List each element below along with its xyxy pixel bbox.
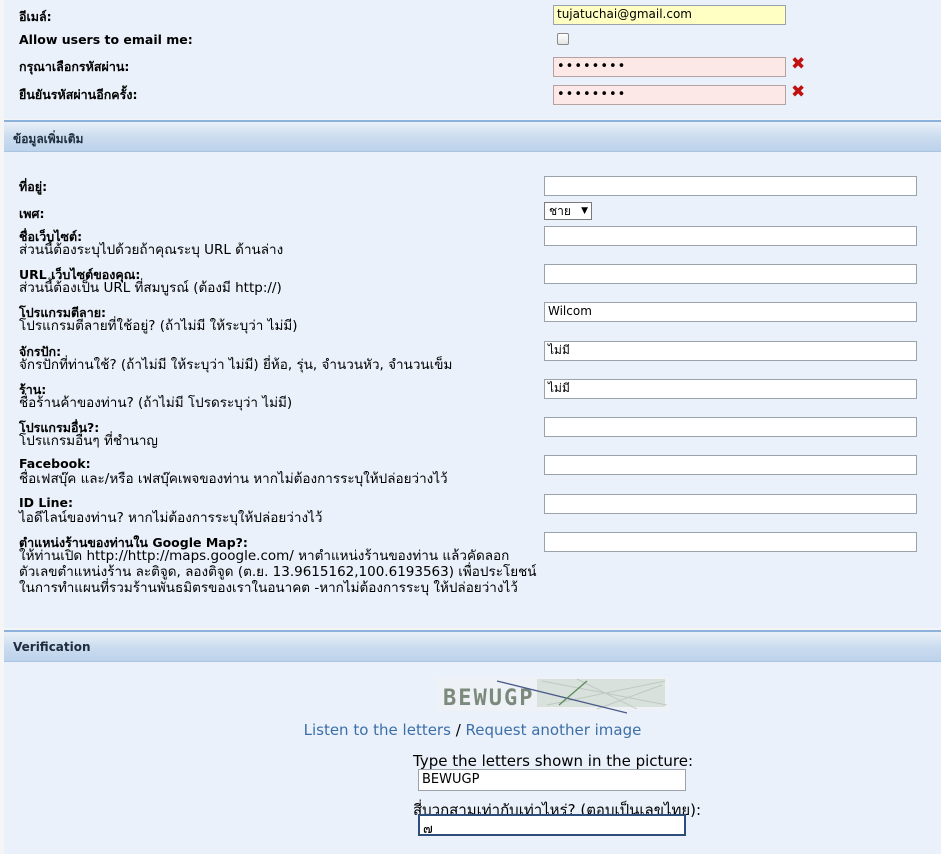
account-panel: อีเมล์: tujatuchai@gmail.com Allow users… (4, 0, 941, 119)
confirm-password-label: ยืนยันรหัสผ่านอีกครั้ง: (19, 87, 138, 102)
site-url-desc: ส่วนนี้ต้องเป็น URL ที่สมบูรณ์ (ต้องมี h… (19, 280, 282, 296)
other-program-desc: โปรแกรมอื่นๆ ที่ชำนาญ (19, 433, 158, 449)
password-input[interactable]: •••••••• (553, 57, 786, 77)
shop-desc: ชื่อร้านค้าของท่าน? (ถ้าไม่มี โปรดระบุว่… (19, 395, 293, 411)
site-url-input[interactable] (544, 264, 917, 284)
captcha-text: BEWUGP (443, 686, 534, 711)
captcha-image: BEWUGP (437, 677, 669, 714)
machine-desc: จักรปักที่ท่านใช้? (ถ้าไม่มี ให้ระบุว่า … (19, 357, 453, 373)
facebook-label: Facebook: (19, 456, 91, 471)
address-input[interactable] (544, 176, 917, 196)
listen-letters-link[interactable]: Listen to the letters (304, 721, 451, 739)
password-label: กรุณาเลือกรหัสผ่าน: (19, 59, 130, 74)
math-answer-input[interactable]: ๗ (418, 814, 686, 837)
machine-input[interactable]: ไม่มี (544, 341, 917, 361)
line-input[interactable] (544, 494, 917, 514)
chevron-down-icon: ▼ (581, 206, 588, 216)
embroidery-input[interactable]: Wilcom (544, 302, 917, 322)
shop-input[interactable]: ไม่มี (544, 379, 917, 399)
allow-email-label: Allow users to email me: (19, 32, 193, 47)
map-input[interactable] (544, 532, 917, 552)
confirm-password-input[interactable]: •••••••• (553, 85, 786, 105)
extra-info-panel: ข้อมูลเพิ่มเติม ที่อยู่: เพศ: ชาย ▼ ชื่อ… (4, 120, 941, 628)
site-name-input[interactable] (544, 226, 917, 246)
type-letters-label: Type the letters shown in the picture: (413, 752, 694, 770)
gender-value: ชาย (549, 204, 571, 218)
line-label: ID Line: (19, 495, 74, 510)
gender-select[interactable]: ชาย ▼ (544, 202, 592, 220)
captcha-input[interactable]: BEWUGP (418, 769, 686, 791)
embroidery-desc: โปรแกรมตีลายที่ใช้อยู่? (ถ้าไม่มี ให้ระบ… (19, 318, 298, 334)
captcha-links: Listen to the letters / Request another … (4, 721, 941, 739)
gender-label: เพศ: (19, 206, 45, 221)
extra-info-title: ข้อมูลเพิ่มเติม (13, 132, 84, 146)
address-label: ที่อยู่: (19, 179, 48, 194)
other-program-input[interactable] (544, 417, 917, 437)
map-desc: ให้ท่านเปิด http://http://maps.google.co… (19, 548, 537, 596)
allow-email-checkbox[interactable] (557, 33, 569, 45)
facebook-desc: ชื่อเฟสบุ๊ค และ/หรือ เฟสบุ๊คเพจของท่าน ห… (19, 471, 448, 487)
facebook-input[interactable] (544, 455, 917, 475)
email-label: อีเมล์: (19, 9, 52, 24)
verification-header: Verification (4, 630, 941, 662)
request-image-link[interactable]: Request another image (466, 721, 642, 739)
password-error-icon: ✖ (791, 54, 806, 74)
line-desc: ไอดีไลน์ของท่าน? หากไม่ต้องการระบุให้ปล่… (19, 510, 323, 526)
email-input[interactable]: tujatuchai@gmail.com (553, 5, 786, 25)
confirm-password-error-icon: ✖ (791, 82, 806, 102)
extra-info-header: ข้อมูลเพิ่มเติม (4, 120, 941, 152)
link-separator: / (450, 721, 466, 739)
site-name-desc: ส่วนนี้ต้องระบุไปด้วยถ้าคุณระบุ URL ด้าน… (19, 242, 284, 258)
verification-panel: Verification BEWUGP Listen to the letter… (4, 630, 941, 854)
verification-title: Verification (13, 640, 91, 654)
